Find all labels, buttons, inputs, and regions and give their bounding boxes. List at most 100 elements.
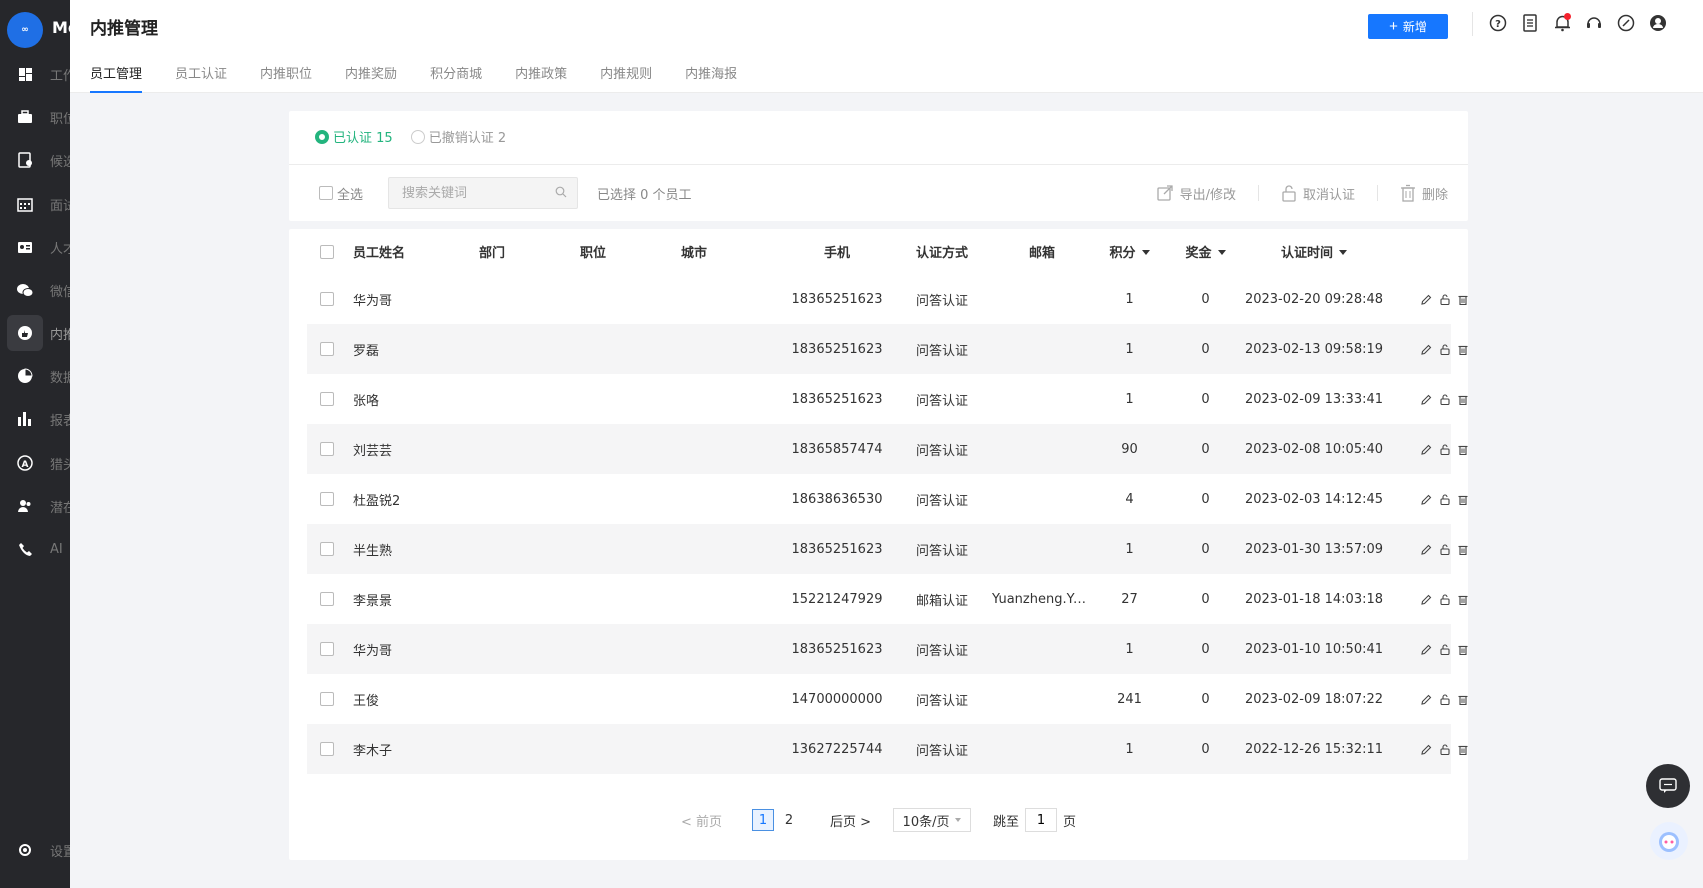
help-icon[interactable]: ?	[1488, 12, 1508, 34]
table-row[interactable]: 李景景 15221247929 邮箱认证 Yuanzheng.Yu... 27 0 2023…	[307, 574, 1467, 624]
sidebar-item-thumbs-up[interactable]: 内推	[0, 313, 70, 353]
cancel-certification-button[interactable]: 取消认证	[1259, 184, 1377, 203]
edit-icon[interactable]	[1421, 494, 1432, 505]
unlock-icon[interactable]	[1439, 643, 1450, 655]
column-time-sort[interactable]: 认证时间	[1244, 242, 1384, 261]
user-avatar-icon[interactable]	[1648, 12, 1668, 34]
edit-icon[interactable]	[1421, 644, 1432, 655]
sidebar-item-settings[interactable]: 设置	[0, 830, 70, 870]
table-row[interactable]: 杜盈锐2 18638636530 问答认证 4 0 2023-02-03 14:12:45	[307, 474, 1467, 524]
page-2-button[interactable]: 2	[778, 809, 800, 831]
radio-certified[interactable]: 已认证 15	[315, 127, 393, 146]
table-row[interactable]: 李木子 13627225744 问答认证 1 0 2022-12-26 15:32:11	[307, 724, 1467, 774]
sidebar-item-label: 潜在	[50, 500, 70, 516]
header-checkbox[interactable]	[320, 244, 334, 259]
trash-icon[interactable]	[1457, 494, 1468, 505]
assistant-bot-button[interactable]	[1650, 822, 1688, 860]
radio-revoked[interactable]: 已撤销认证 2	[410, 127, 506, 146]
sidebar-item-pie-chart[interactable]: 数据	[0, 356, 70, 396]
table-row[interactable]: 华为哥 18365251623 问答认证 1 0 2023-01-10 10:50:41	[307, 624, 1467, 674]
edit-icon[interactable]	[1421, 444, 1432, 455]
tab-6[interactable]: 内推政策	[515, 57, 567, 93]
tab-5[interactable]: 积分商城	[430, 57, 482, 93]
unlock-icon[interactable]	[1439, 693, 1450, 705]
row-checkbox[interactable]	[320, 542, 334, 556]
sidebar-item-dashboard[interactable]: 工作台	[0, 54, 70, 94]
sidebar-item-users[interactable]: 潜在	[0, 486, 70, 526]
table-row[interactable]: 王俊 14700000000 问答认证 241 0 2023-02-09 18:07:22	[307, 674, 1467, 724]
row-checkbox[interactable]	[320, 292, 334, 306]
tab-1[interactable]: 员工管理	[90, 57, 143, 93]
unlock-icon[interactable]	[1439, 393, 1450, 405]
trash-icon[interactable]	[1457, 694, 1468, 705]
row-checkbox[interactable]	[320, 342, 334, 356]
notification-bell-icon[interactable]	[1552, 12, 1572, 34]
table-row[interactable]: 张咯 18365251623 问答认证 1 0 2023-02-09 13:33:41	[307, 374, 1467, 424]
unlock-icon[interactable]	[1439, 343, 1450, 355]
unlock-icon[interactable]	[1439, 593, 1450, 605]
row-checkbox[interactable]	[320, 642, 334, 656]
trash-icon[interactable]	[1457, 294, 1468, 305]
trash-icon[interactable]	[1457, 744, 1468, 755]
table-row[interactable]: 华为哥 18365251623 问答认证 1 0 2023-02-20 09:28:48	[307, 274, 1467, 324]
trash-icon[interactable]	[1457, 444, 1468, 455]
edit-icon[interactable]	[1421, 344, 1432, 355]
search-icon[interactable]	[555, 186, 567, 202]
trash-icon[interactable]	[1457, 344, 1468, 355]
unlock-icon[interactable]	[1439, 493, 1450, 505]
app-logo[interactable]: ∞	[7, 12, 43, 48]
sidebar-item-bar-chart[interactable]: 报表	[0, 399, 70, 439]
delete-button[interactable]: 删除	[1378, 184, 1448, 203]
chat-button[interactable]	[1646, 764, 1690, 808]
column-points-sort[interactable]: 积分	[1092, 242, 1167, 261]
sidebar-item-candidate[interactable]: 候选人	[0, 140, 70, 180]
sidebar-item-wechat[interactable]: 微信	[0, 270, 70, 310]
unlock-icon[interactable]	[1439, 443, 1450, 455]
row-checkbox[interactable]	[320, 492, 334, 506]
link-icon[interactable]	[1616, 12, 1636, 34]
table-row[interactable]: 刘芸芸 18365857474 问答认证 90 0 2023-02-08 10:05:40	[307, 424, 1467, 474]
unlock-icon[interactable]	[1439, 543, 1450, 555]
export-edit-button[interactable]: 导出/修改	[1134, 184, 1258, 203]
row-checkbox[interactable]	[320, 592, 334, 606]
next-page-button[interactable]: 后页 >	[830, 811, 871, 830]
jump-page-input[interactable]	[1025, 808, 1058, 832]
page-1-button[interactable]: 1	[751, 809, 774, 831]
sidebar-item-idcard[interactable]: 人才库	[0, 227, 70, 267]
edit-icon[interactable]	[1421, 694, 1432, 705]
edit-icon[interactable]	[1421, 744, 1432, 755]
document-icon[interactable]	[1520, 12, 1540, 34]
prev-page-button[interactable]: < 前页	[681, 811, 722, 830]
column-bonus-sort[interactable]: 奖金	[1167, 242, 1244, 261]
support-icon[interactable]	[1584, 12, 1604, 34]
sidebar-item-phone[interactable]: AI	[0, 529, 70, 569]
unlock-icon[interactable]	[1439, 293, 1450, 305]
trash-icon[interactable]	[1457, 594, 1468, 605]
table-row[interactable]: 半生熟 18365251623 问答认证 1 0 2023-01-30 13:57:09	[307, 524, 1467, 574]
sidebar-item-briefcase[interactable]: 职位	[0, 97, 70, 137]
select-all-checkbox[interactable]: 全选	[319, 184, 363, 203]
search-input[interactable]	[389, 178, 578, 208]
tab-2[interactable]: 员工认证	[175, 57, 227, 93]
row-checkbox[interactable]	[320, 742, 334, 756]
tab-7[interactable]: 内推规则	[600, 57, 652, 93]
sidebar-item-headhunter[interactable]: A 猎头	[0, 443, 70, 483]
tab-4[interactable]: 内推奖励	[345, 57, 397, 93]
row-checkbox[interactable]	[320, 392, 334, 406]
trash-icon[interactable]	[1457, 644, 1468, 655]
page-size-select[interactable]: 10条/页	[893, 808, 972, 832]
tab-8[interactable]: 内推海报	[685, 57, 737, 93]
edit-icon[interactable]	[1421, 544, 1432, 555]
row-checkbox[interactable]	[320, 442, 334, 456]
table-row[interactable]: 罗磊 18365251623 问答认证 1 0 2023-02-13 09:58:19	[307, 324, 1467, 374]
tab-3[interactable]: 内推职位	[260, 57, 312, 93]
add-button[interactable]: + 新增	[1368, 14, 1448, 39]
edit-icon[interactable]	[1421, 394, 1432, 405]
edit-icon[interactable]	[1421, 294, 1432, 305]
sidebar-item-calendar[interactable]: 面试	[0, 184, 70, 224]
trash-icon[interactable]	[1457, 544, 1468, 555]
unlock-icon[interactable]	[1439, 743, 1450, 755]
row-checkbox[interactable]	[320, 692, 334, 706]
edit-icon[interactable]	[1421, 594, 1432, 605]
trash-icon[interactable]	[1457, 394, 1468, 405]
